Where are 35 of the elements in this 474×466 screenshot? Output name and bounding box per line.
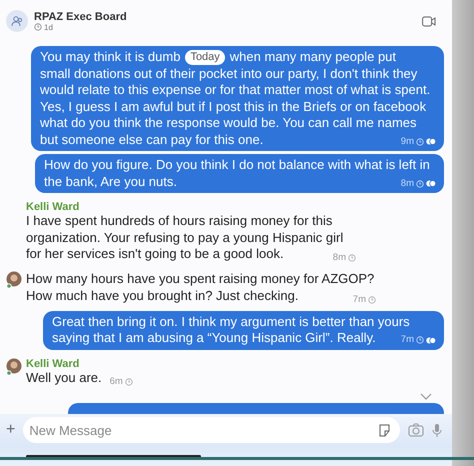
chat-title: RPAZ Exec Board: [34, 10, 128, 22]
message-time: 7m: [352, 294, 366, 306]
message-time: 7m: [400, 334, 414, 346]
camera-icon[interactable]: [408, 423, 424, 437]
message-time: 9m: [400, 136, 414, 148]
sticker-icon[interactable]: [378, 424, 391, 437]
message-text: How many hours have you spent raising money for AZGOP? How much have you brought in? Just checking. 7m: [26, 271, 376, 306]
message-text: small donations out of their pocket into our party, I don't think they would relate to this expense or for that matter most of what is spent. Yes, I guess I am awful but if I post this in the Briefs or on facebook what do you think the response would be. You can call me names but someone else can pay for this one. 9m: [40, 66, 436, 148]
group-avatar[interactable]: [6, 10, 28, 32]
sender-name: Kelli Ward: [26, 358, 80, 370]
message-text: You may think it is dumb: [40, 49, 180, 66]
chat-age: 1d: [44, 22, 53, 32]
add-button[interactable]: +: [6, 422, 16, 438]
people-icon: [11, 15, 23, 27]
clock-icon: [34, 23, 42, 31]
clock-icon: [416, 180, 424, 188]
clock-icon: [368, 296, 376, 304]
message-text: Well you are. 6m: [26, 370, 133, 388]
chevron-down-icon[interactable]: [420, 392, 432, 400]
clock-icon: [348, 254, 356, 262]
message-text: Great then bring it on. I think my argument is better than yours saying that I am abusing a “Young Hispanic Girl”. Really. 7m: [52, 314, 436, 346]
video-call-icon[interactable]: [422, 16, 436, 26]
message-text: when many many people put: [230, 49, 396, 66]
message-time: 8m: [332, 252, 346, 264]
clock-icon: [416, 138, 424, 146]
date-divider: Today: [185, 50, 225, 65]
message-time: 6m: [110, 376, 123, 388]
clock-icon: [124, 378, 133, 386]
message-text: I have spent hundreds of hours raising money for this organization. Your refusing to pay a young Hispanic girl for her services isn't going to be a good look. 8m: [26, 213, 356, 264]
message-time: 8m: [400, 178, 414, 190]
message-field[interactable]: New Message: [23, 417, 400, 443]
clock-icon: [416, 336, 424, 344]
sender-name: Kelli Ward: [26, 201, 80, 213]
microphone-icon[interactable]: [432, 422, 442, 438]
message-text: How do you figure. Do you think I do not balance with what is left in the bank, Are you nuts. 8m: [44, 157, 436, 190]
